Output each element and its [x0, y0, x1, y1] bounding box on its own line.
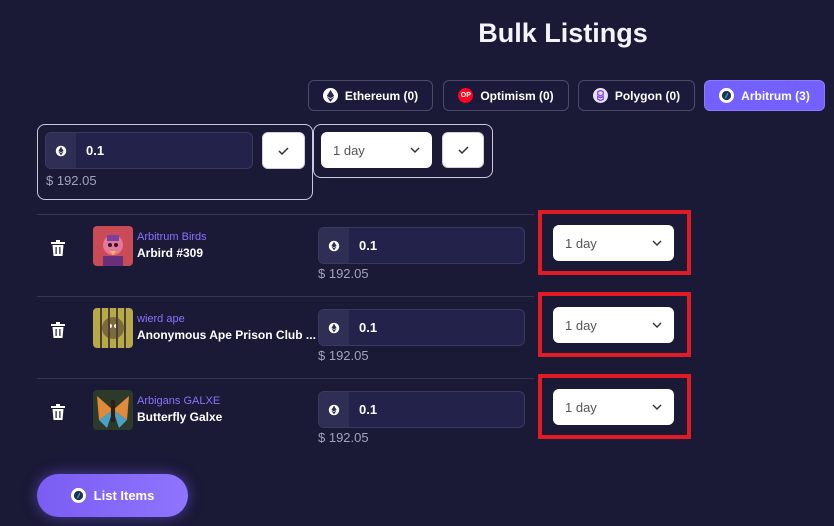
item-price-value: 0.1	[359, 402, 378, 417]
tab-label: Ethereum (0)	[344, 88, 419, 103]
eth-icon	[319, 392, 349, 427]
collection-name[interactable]: wierd ape	[137, 313, 185, 325]
tab-label: Arbitrum (3)	[741, 88, 810, 103]
nft-thumbnail	[93, 390, 133, 430]
trash-icon	[51, 240, 65, 256]
tab-label: Polygon (0)	[614, 88, 681, 103]
row-divider	[37, 214, 534, 215]
apply-price-button[interactable]	[262, 132, 305, 169]
collection-name[interactable]: Arbigans GALXE	[137, 395, 220, 407]
eth-icon	[319, 310, 349, 345]
page-title: Bulk Listings	[478, 18, 648, 48]
item-duration-select[interactable]: 1 day	[553, 389, 674, 425]
bulk-price-value: 0.1	[86, 143, 105, 158]
item-usd-value: $ 192.05	[318, 266, 369, 281]
select-value: 1 day	[565, 235, 597, 251]
select-value: 1 day	[565, 317, 597, 333]
item-price-input[interactable]: 0.1	[318, 391, 525, 428]
item-price-value: 0.1	[359, 320, 378, 335]
delete-button[interactable]	[51, 404, 65, 424]
collection-name[interactable]: Arbitrum Birds	[137, 231, 207, 243]
chevron-down-icon	[652, 322, 662, 328]
item-price-input[interactable]: 0.1	[318, 309, 525, 346]
delete-button[interactable]	[51, 322, 65, 342]
item-usd-value: $ 192.05	[318, 430, 369, 445]
row-divider	[37, 296, 534, 297]
item-price-value: 0.1	[359, 238, 378, 253]
select-value: 1 day	[565, 399, 597, 415]
list-items-label: List Items	[93, 488, 155, 503]
tab-arbitrum[interactable]: Arbitrum (3)	[704, 80, 825, 111]
select-value: 1 day	[333, 142, 365, 158]
arbitrum-icon	[70, 488, 86, 503]
eth-icon	[46, 133, 76, 168]
item-duration-select[interactable]: 1 day	[553, 307, 674, 343]
check-icon	[278, 146, 289, 155]
chevron-down-icon	[410, 147, 420, 153]
list-items-button[interactable]: List Items	[37, 474, 188, 517]
trash-icon	[51, 322, 65, 338]
arbitrum-icon	[719, 88, 735, 103]
tab-polygon[interactable]: Polygon (0)	[578, 80, 695, 111]
item-duration-select[interactable]: 1 day	[553, 225, 674, 261]
chevron-down-icon	[652, 240, 662, 246]
polygon-icon	[592, 88, 608, 103]
check-icon	[457, 146, 469, 154]
item-usd-value: $ 192.05	[318, 348, 369, 363]
tab-ethereum[interactable]: Ethereum (0)	[308, 80, 433, 111]
eth-icon	[319, 228, 349, 263]
chevron-down-icon	[652, 404, 662, 410]
ethereum-icon	[322, 88, 338, 103]
tab-optimism[interactable]: OP Optimism (0)	[443, 80, 569, 111]
item-price-input[interactable]: 0.1	[318, 227, 525, 264]
nft-thumbnail	[93, 226, 133, 266]
nft-name: Anonymous Ape Prison Club ...	[137, 328, 316, 342]
nft-name: Arbird #309	[137, 246, 204, 260]
row-divider	[37, 378, 534, 379]
bulk-usd-value: $ 192.05	[46, 173, 97, 188]
bulk-duration-select[interactable]: 1 day	[321, 132, 432, 168]
nft-thumbnail	[93, 308, 133, 348]
bulk-price-input[interactable]: 0.1	[45, 132, 253, 169]
trash-icon	[51, 404, 65, 420]
apply-duration-button[interactable]	[442, 132, 484, 168]
delete-button[interactable]	[51, 240, 65, 260]
tab-label: Optimism (0)	[480, 88, 554, 103]
optimism-icon: OP	[458, 88, 474, 103]
nft-name: Butterfly Galxe	[137, 410, 223, 424]
